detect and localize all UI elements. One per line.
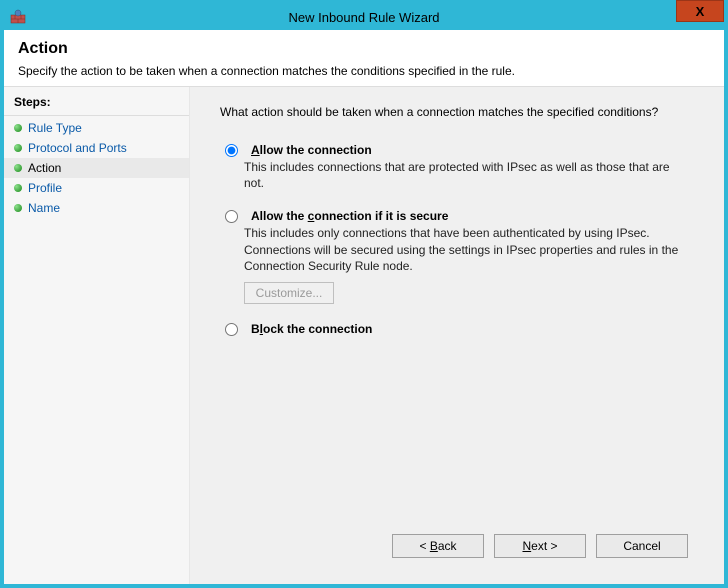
next-post: ext > bbox=[531, 539, 557, 553]
step-label: Name bbox=[28, 201, 60, 215]
page-title: Action bbox=[18, 40, 710, 58]
option-allow-secure-title: Allow the connection if it is secure bbox=[251, 209, 448, 223]
option-allow-secure-row[interactable]: Allow the connection if it is secure bbox=[220, 209, 702, 223]
bullet-icon bbox=[14, 164, 22, 172]
title-pre: Allow the bbox=[251, 209, 308, 223]
step-label: Profile bbox=[28, 181, 62, 195]
step-label: Protocol and Ports bbox=[28, 141, 127, 155]
titlebar: New Inbound Rule Wizard X bbox=[4, 4, 724, 30]
title-rest: llow the connection bbox=[260, 143, 372, 157]
option-block-row[interactable]: Block the connection bbox=[220, 322, 702, 336]
option-allow-secure-desc: This includes only connections that have… bbox=[244, 225, 684, 274]
steps-header: Steps: bbox=[4, 91, 189, 116]
footer-buttons: < Back Next > Cancel bbox=[220, 524, 702, 572]
next-button[interactable]: Next > bbox=[494, 534, 586, 558]
back-post: ack bbox=[438, 539, 457, 553]
spacer bbox=[220, 354, 702, 524]
step-profile[interactable]: Profile bbox=[4, 178, 189, 198]
customize-button: Customize... bbox=[244, 282, 334, 304]
title-pre: B bbox=[251, 322, 260, 336]
title-rest: onnection if it is secure bbox=[314, 209, 448, 223]
step-protocol-ports[interactable]: Protocol and Ports bbox=[4, 138, 189, 158]
radio-allow[interactable] bbox=[225, 144, 238, 157]
radio-block[interactable] bbox=[225, 323, 238, 336]
radio-allow-secure[interactable] bbox=[225, 210, 238, 223]
page-subtitle: Specify the action to be taken when a co… bbox=[18, 64, 710, 78]
option-allow: Allow the connection This includes conne… bbox=[220, 143, 702, 191]
back-button[interactable]: < Back bbox=[392, 534, 484, 558]
bullet-icon bbox=[14, 144, 22, 152]
option-allow-row[interactable]: Allow the connection bbox=[220, 143, 702, 157]
bullet-icon bbox=[14, 184, 22, 192]
step-label: Rule Type bbox=[28, 121, 82, 135]
option-block: Block the connection bbox=[220, 322, 702, 336]
step-name[interactable]: Name bbox=[4, 198, 189, 218]
window-title: New Inbound Rule Wizard bbox=[4, 10, 724, 25]
bullet-icon bbox=[14, 124, 22, 132]
wizard-window: New Inbound Rule Wizard X Action Specify… bbox=[0, 0, 728, 588]
steps-list: Rule Type Protocol and Ports Action Prof… bbox=[4, 116, 189, 218]
option-allow-title: Allow the connection bbox=[251, 143, 372, 157]
step-label: Action bbox=[28, 161, 61, 175]
title-rest: ock the connection bbox=[263, 322, 372, 336]
close-button[interactable]: X bbox=[676, 0, 724, 22]
content-panel: What action should be taken when a conne… bbox=[190, 87, 724, 584]
back-pre: < bbox=[419, 539, 429, 553]
option-allow-secure: Allow the connection if it is secure Thi… bbox=[220, 209, 702, 304]
step-action[interactable]: Action bbox=[4, 158, 189, 178]
question-text: What action should be taken when a conne… bbox=[220, 105, 702, 119]
steps-panel: Steps: Rule Type Protocol and Ports Acti… bbox=[4, 87, 190, 584]
header-area: Action Specify the action to be taken wh… bbox=[4, 30, 724, 87]
cancel-button[interactable]: Cancel bbox=[596, 534, 688, 558]
body-area: Steps: Rule Type Protocol and Ports Acti… bbox=[4, 87, 724, 584]
bullet-icon bbox=[14, 204, 22, 212]
underline-char: A bbox=[251, 143, 260, 157]
step-rule-type[interactable]: Rule Type bbox=[4, 118, 189, 138]
underline-char: B bbox=[430, 539, 438, 553]
option-allow-desc: This includes connections that are prote… bbox=[244, 159, 684, 191]
close-icon: X bbox=[696, 4, 705, 19]
firewall-icon bbox=[10, 9, 26, 25]
underline-char: N bbox=[522, 539, 531, 553]
option-block-title: Block the connection bbox=[251, 322, 372, 336]
